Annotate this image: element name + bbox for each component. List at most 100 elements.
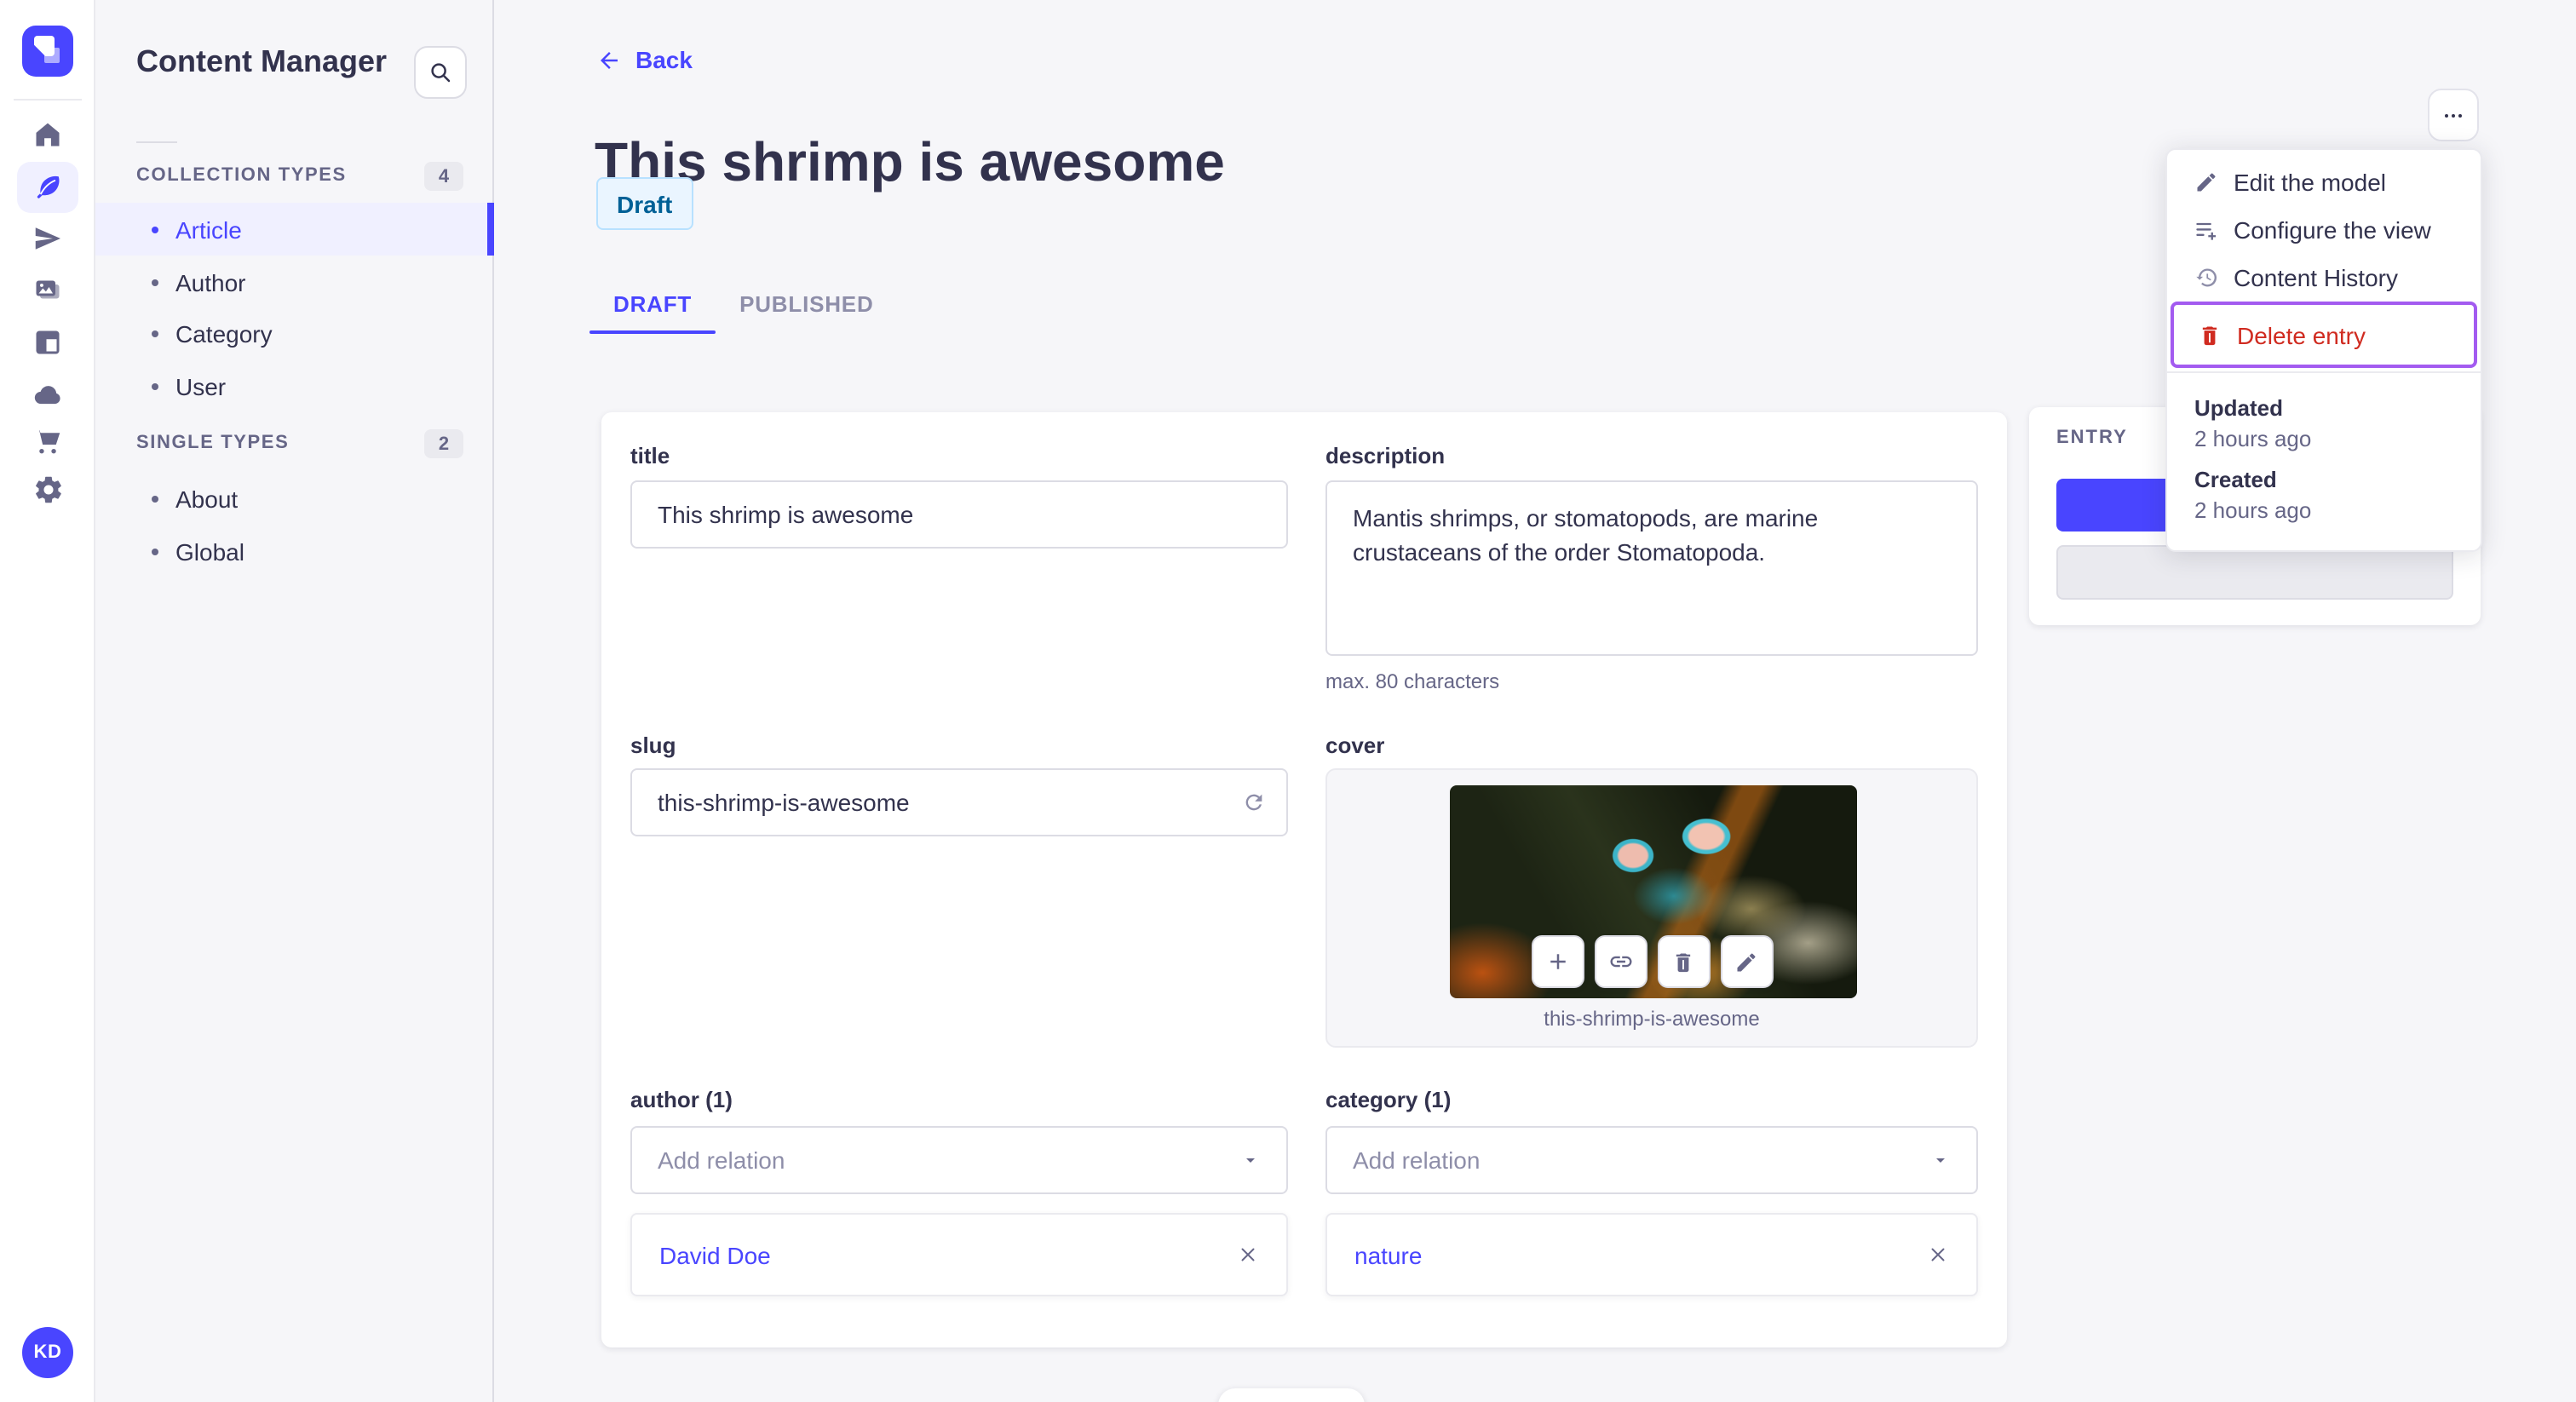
strapi-logo[interactable] [22, 26, 73, 77]
created-meta: Created 2 hours ago [2194, 467, 2453, 523]
subnav-item-label: Article [175, 215, 242, 243]
status-badge: Draft [596, 177, 693, 230]
subnav-item-label: User [175, 372, 227, 399]
description-textarea[interactable]: Mantis shrimps, or stomatopods, are mari… [1325, 480, 1978, 656]
remove-author-icon[interactable] [1237, 1244, 1259, 1266]
add-media-button[interactable] [1531, 935, 1584, 988]
single-types-count: 2 [424, 429, 463, 458]
bullet-icon [152, 548, 158, 554]
chevron-down-icon [1240, 1150, 1261, 1170]
created-value: 2 hours ago [2194, 497, 2312, 523]
nav-marketplace[interactable] [17, 416, 78, 467]
floating-widget-pill[interactable] [1218, 1388, 1365, 1402]
category-relation-placeholder: Add relation [1353, 1146, 1481, 1174]
entry-panel-title: ENTRY [2056, 428, 2128, 448]
subnav-item-label: Category [175, 319, 273, 347]
regenerate-slug-icon[interactable] [1242, 790, 1266, 814]
subnav-item-label: About [175, 485, 239, 512]
nav-media-library[interactable] [17, 264, 78, 315]
title-field-label: title [630, 443, 670, 468]
nav-home[interactable] [17, 109, 78, 160]
author-relation-select[interactable]: Add relation [630, 1126, 1288, 1194]
user-avatar[interactable]: KD [22, 1327, 73, 1378]
configure-list-icon [2194, 218, 2218, 242]
author-field-label: author (1) [630, 1087, 733, 1112]
nav-settings[interactable] [17, 463, 78, 514]
slug-field-label: slug [630, 733, 676, 758]
updated-value: 2 hours ago [2194, 426, 2312, 451]
nav-releases[interactable] [17, 213, 78, 264]
subnav-item-label: Author [175, 268, 246, 296]
main-nav-rail: KD [0, 0, 95, 1402]
created-label: Created [2194, 467, 2277, 492]
strapi-logo-mark-2 [44, 48, 60, 63]
bullet-icon [152, 382, 158, 389]
pencil-icon [2194, 170, 2218, 194]
subnav-item-category[interactable]: Category [95, 307, 494, 359]
search-button[interactable] [414, 46, 467, 99]
menu-item-configure-view[interactable]: Configure the view [2167, 206, 2481, 254]
menu-item-edit-model[interactable]: Edit the model [2167, 158, 2481, 206]
back-label: Back [635, 46, 693, 73]
content-manager-subnav: Content Manager COLLECTION TYPES 4 Artic… [95, 0, 494, 1402]
subnav-item-author[interactable]: Author [95, 256, 494, 308]
menu-item-label: Configure the view [2234, 216, 2431, 244]
category-field-label: category (1) [1325, 1087, 1452, 1112]
cloud-icon [32, 377, 64, 410]
category-relation-link[interactable]: nature [1354, 1241, 1422, 1268]
subnav-item-label: Global [175, 537, 244, 565]
subnav-title: Content Manager [136, 44, 388, 78]
arrow-left-icon [596, 47, 622, 72]
category-relation-item: nature [1325, 1213, 1978, 1296]
section-collection-types: COLLECTION TYPES [136, 165, 347, 186]
category-relation-select[interactable]: Add relation [1325, 1126, 1978, 1194]
menu-item-label: Delete entry [2237, 321, 2366, 348]
menu-item-delete-entry[interactable]: Delete entry [2174, 311, 2474, 359]
bullet-icon [152, 495, 158, 502]
copy-link-button[interactable] [1594, 935, 1647, 988]
strapi-admin-app: KD Content Manager COLLECTION TYPES 4 Ar… [0, 0, 2576, 1402]
bullet-icon [152, 226, 158, 233]
slug-input[interactable] [630, 768, 1288, 836]
description-field-label: description [1325, 443, 1446, 468]
content-type-builder-icon [32, 327, 63, 358]
back-link[interactable]: Back [596, 46, 693, 73]
home-icon [32, 119, 63, 150]
menu-item-label: Edit the model [2234, 169, 2386, 196]
version-tabs: DRAFT PUBLISHED [589, 273, 898, 334]
menu-item-delete-focus-ring: Delete entry [2171, 302, 2477, 368]
updated-meta: Updated 2 hours ago [2194, 395, 2453, 451]
collection-types-count: 4 [424, 162, 463, 191]
remove-category-icon[interactable] [1927, 1244, 1949, 1266]
delete-media-button[interactable] [1657, 935, 1710, 988]
title-input[interactable] [630, 480, 1288, 549]
tab-published[interactable]: PUBLISHED [716, 273, 897, 334]
description-helper-text: max. 80 characters [1325, 669, 1500, 693]
nav-content-manager[interactable] [17, 162, 78, 213]
media-library-icon [32, 274, 63, 305]
subnav-item-article[interactable]: Article [95, 203, 494, 256]
author-relation-placeholder: Add relation [658, 1146, 785, 1174]
bullet-icon [152, 330, 158, 336]
more-actions-button[interactable] [2428, 89, 2479, 141]
bullet-icon [152, 279, 158, 285]
menu-item-content-history[interactable]: Content History [2167, 254, 2481, 302]
more-actions-menu: Edit the model Configure the view Conten… [2165, 148, 2482, 552]
subnav-item-global[interactable]: Global [95, 525, 494, 577]
edit-form-card: title description Mantis shrimps, or sto… [601, 412, 2007, 1347]
tab-draft[interactable]: DRAFT [589, 273, 716, 334]
subnav-separator [136, 141, 177, 143]
paper-plane-icon [32, 223, 63, 254]
nav-content-type-builder[interactable] [17, 317, 78, 368]
updated-label: Updated [2194, 395, 2283, 421]
save-button[interactable] [2056, 545, 2453, 600]
author-relation-link[interactable]: David Doe [659, 1241, 771, 1268]
subnav-item-user[interactable]: User [95, 359, 494, 412]
cover-caption: this-shrimp-is-awesome [1544, 1007, 1760, 1031]
marketplace-cart-icon [32, 426, 63, 457]
edit-media-button[interactable] [1720, 935, 1773, 988]
subnav-item-about[interactable]: About [95, 472, 494, 525]
history-clock-icon [2194, 266, 2218, 290]
menu-meta: Updated 2 hours ago Created 2 hours ago [2167, 373, 2481, 550]
nav-deploy[interactable] [17, 368, 78, 419]
